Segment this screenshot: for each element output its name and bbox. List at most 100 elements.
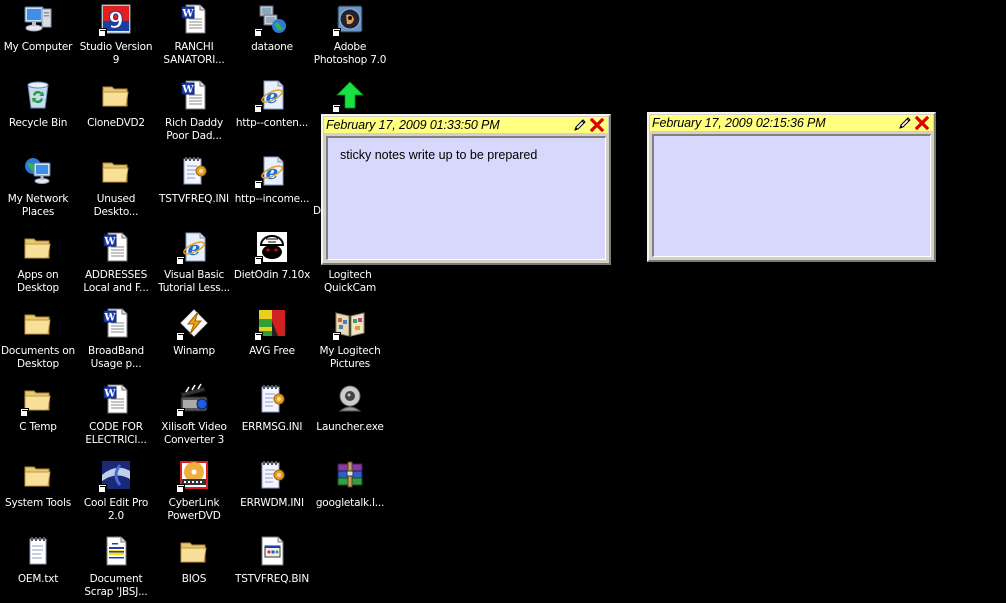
shortcut-arrow-icon — [176, 332, 185, 341]
desktop-icon-label: Unused Deskto... — [93, 193, 139, 218]
shortcut-arrow-icon — [176, 256, 185, 265]
sticky-note-title-bar[interactable]: February 17, 2009 01:33:50 PM — [324, 117, 608, 133]
desktop-icon[interactable]: ERRWDM.INI — [233, 456, 311, 530]
desktop-icon[interactable]: CloneDVD2 — [77, 76, 155, 150]
desktop-icon-label: ADDRESSES Local and F... — [83, 269, 149, 294]
desktop-icon[interactable]: OEM.txt — [0, 532, 77, 603]
desktop: My Computer 9 Studio Version 9 W RANCHI SANA… — [0, 0, 1006, 603]
svg-text:e: e — [266, 160, 279, 184]
sticky-note-title-bar[interactable]: February 17, 2009 02:15:36 PM — [650, 115, 933, 131]
sticky-note[interactable]: February 17, 2009 02:15:36 PM — [647, 112, 936, 262]
desktop-icon-label: dataone — [251, 41, 293, 53]
close-icon[interactable] — [590, 118, 604, 132]
ie-link-icon: e — [254, 79, 288, 113]
desktop-icon[interactable]: Recycle Bin — [0, 76, 77, 150]
ini-file-icon — [178, 155, 210, 187]
word-doc-icon: W — [100, 307, 132, 339]
desktop-icon-label: Documents on Desktop — [1, 345, 75, 370]
xilisoft-icon — [176, 383, 210, 417]
desktop-icon[interactable]: Documents on Desktop — [0, 304, 77, 378]
desktop-icon[interactable]: e http--income... — [233, 152, 311, 226]
desktop-icon-label: BroadBand Usage p... — [88, 345, 144, 370]
desktop-icon[interactable]: AVG Free — [233, 304, 311, 378]
desktop-icon[interactable]: C Temp — [0, 380, 77, 454]
desktop-icon-label: CODE FOR ELECTRICI... — [85, 421, 147, 446]
desktop-icon[interactable]: Apps on Desktop — [0, 228, 77, 302]
close-icon[interactable] — [915, 116, 929, 130]
desktop-icon[interactable]: Launcher.exe — [311, 380, 389, 454]
winamp-icon — [176, 307, 210, 341]
desktop-icon[interactable]: googletalk.l... — [311, 456, 389, 530]
desktop-icon[interactable]: W BroadBand Usage p... — [77, 304, 155, 378]
shortcut-arrow-icon — [98, 484, 107, 493]
desktop-icon[interactable]: W CODE FOR ELECTRICI... — [77, 380, 155, 454]
svg-text:9: 9 — [108, 9, 123, 34]
desktop-icon[interactable]: Winamp — [155, 304, 233, 378]
cool-edit-icon — [98, 459, 132, 493]
desktop-icon[interactable]: e Visual Basic Tutorial Less... — [155, 228, 233, 302]
sticky-note-body[interactable]: sticky notes write up to be prepared — [326, 136, 606, 260]
desktop-icon[interactable]: Cool Edit Pro 2.0 — [77, 456, 155, 530]
sticky-note-body[interactable] — [652, 134, 931, 257]
desktop-icon-label: Recycle Bin — [8, 117, 68, 129]
folder-icon — [20, 383, 54, 417]
shortcut-arrow-icon — [332, 104, 341, 113]
desktop-icon[interactable]: W Rich Daddy Poor Dad... — [155, 76, 233, 150]
desktop-icon[interactable]: Unused Deskto... — [77, 152, 155, 226]
desktop-icon[interactable]: e http--conten... — [233, 76, 311, 150]
desktop-icon[interactable]: BIOS — [155, 532, 233, 603]
sticky-note[interactable]: February 17, 2009 01:33:50 PM sticky not… — [321, 114, 611, 265]
desktop-icon-label: Rich Daddy Poor Dad... — [164, 117, 224, 142]
desktop-icon-label: BIOS — [181, 573, 207, 585]
photoshop-icon — [332, 3, 366, 37]
ini-file-icon — [256, 383, 288, 415]
shortcut-arrow-icon — [254, 104, 263, 113]
powerdvd-icon — [176, 459, 210, 493]
desktop-icon[interactable]: W ADDRESSES Local and F... — [77, 228, 155, 302]
desktop-icon[interactable]: My Logitech Pictures — [311, 304, 389, 378]
desktop-icon[interactable]: System Tools — [0, 456, 77, 530]
desktop-icon[interactable]: TSTVFREQ.BIN — [233, 532, 311, 603]
desktop-icon-label: CloneDVD2 — [87, 117, 145, 129]
desktop-icon-label: Winamp — [173, 345, 215, 357]
desktop-icon-label: Visual Basic Tutorial Less... — [158, 269, 230, 294]
obscured-icon-label: D — [313, 205, 322, 217]
pencil-icon[interactable] — [573, 118, 587, 132]
desktop-icon[interactable]: My Computer — [0, 0, 77, 74]
desktop-icon[interactable]: ERRMSG.INI — [233, 380, 311, 454]
pencil-icon[interactable] — [898, 116, 912, 130]
my-computer-icon — [22, 3, 54, 35]
text-file-icon — [22, 535, 54, 567]
word-doc-icon: W — [178, 79, 210, 111]
desktop-icon[interactable]: dataone — [233, 0, 311, 74]
avg-icon — [254, 307, 288, 341]
desktop-icon-label: RANCHI SANATORI... — [163, 41, 225, 66]
desktop-icon[interactable]: CyberLink PowerDVD — [155, 456, 233, 530]
desktop-icon[interactable]: Adobe Photoshop 7.0 — [311, 0, 389, 74]
desktop-icon[interactable]: DietOdin 7.10x — [233, 228, 311, 302]
desktop-icon-label: DietOdin 7.10x — [233, 269, 311, 281]
desktop-icon[interactable]: W RANCHI SANATORI... — [155, 0, 233, 74]
desktop-icon-label: My Logitech Pictures — [319, 345, 381, 370]
desktop-icon[interactable]: 9 Studio Version 9 — [77, 0, 155, 74]
desktop-icon-label: ERRMSG.INI — [241, 421, 303, 433]
desktop-icon[interactable]: Xilisoft Video Converter 3 — [155, 380, 233, 454]
svg-text:W: W — [103, 389, 116, 400]
scrap-doc-icon — [100, 535, 132, 567]
folder-icon — [22, 459, 54, 491]
svg-text:e: e — [188, 236, 201, 260]
desktop-icon[interactable]: TSTVFREQ.INI — [155, 152, 233, 226]
svg-text:W: W — [181, 9, 194, 20]
desktop-icon[interactable]: My Network Places — [0, 152, 77, 226]
sticky-note-timestamp: February 17, 2009 01:33:50 PM — [326, 118, 500, 132]
desktop-icon-label: AVG Free — [249, 345, 295, 357]
desktop-icon-label: OEM.txt — [17, 573, 59, 585]
desktop-icon-label: My Network Places — [7, 193, 69, 218]
desktop-icon-label: http--income... — [234, 193, 310, 205]
winrar-icon — [334, 459, 366, 491]
desktop-icon-label: Xilisoft Video Converter 3 — [161, 421, 227, 446]
svg-text:e: e — [266, 84, 279, 108]
desktop-icon-label: Document Scrap 'JBSJ... — [84, 573, 148, 598]
studio-9-icon: 9 — [98, 3, 132, 37]
desktop-icon[interactable]: Document Scrap 'JBSJ... — [77, 532, 155, 603]
